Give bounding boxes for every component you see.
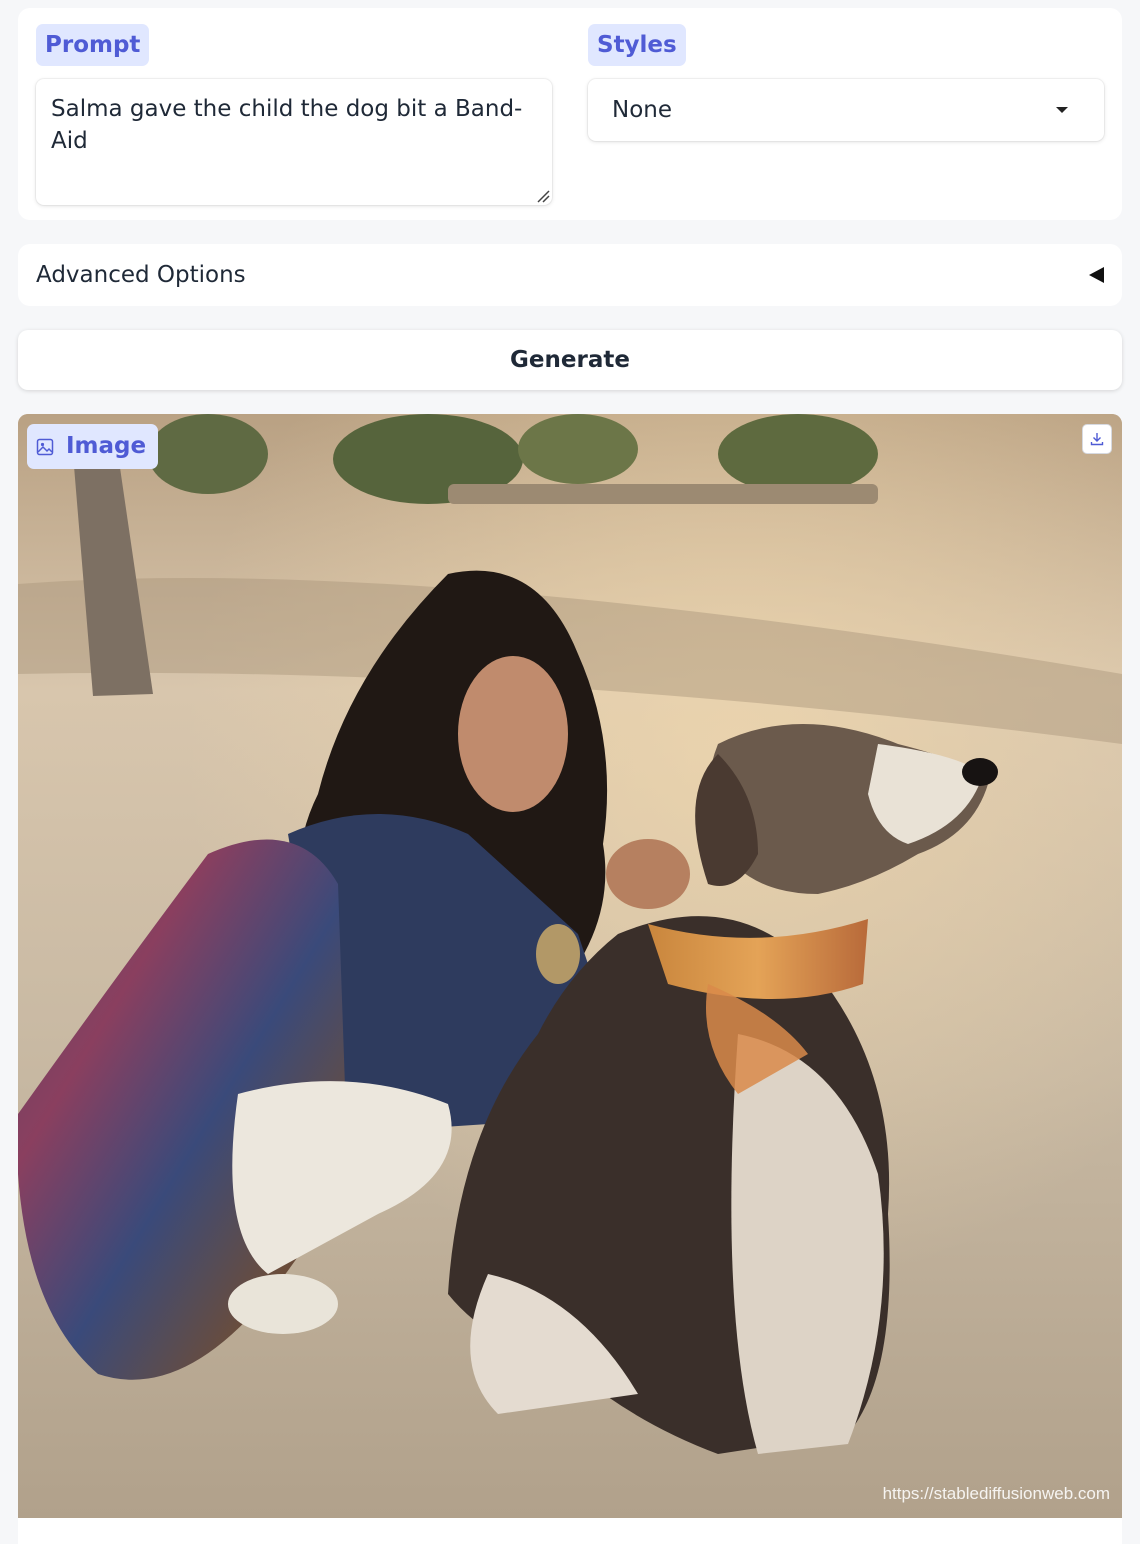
image-label: Image <box>66 433 147 459</box>
image-label-chip: Image <box>27 424 159 469</box>
output-image-panel: Image https://stablediffusionweb.com <box>18 414 1122 1518</box>
image-icon <box>36 438 54 455</box>
styles-dropdown[interactable]: None <box>588 79 1104 141</box>
styles-selected-value: None <box>612 97 673 123</box>
styles-label: Styles <box>588 24 686 66</box>
input-panel: Prompt Salma gave the child the dog bit … <box>18 8 1122 220</box>
bottom-panel-edge <box>18 1518 1122 1544</box>
download-icon <box>1090 433 1104 446</box>
watermark-text: https://stablediffusionweb.com <box>882 1484 1110 1503</box>
generated-image <box>18 414 1122 1518</box>
download-button[interactable] <box>1082 424 1112 454</box>
advanced-options-accordion[interactable]: Advanced Options <box>18 244 1122 306</box>
prompt-label: Prompt <box>36 24 150 66</box>
advanced-options-label: Advanced Options <box>36 262 246 288</box>
chevron-down-icon <box>1056 107 1068 113</box>
generate-button[interactable]: Generate <box>18 330 1122 390</box>
collapse-triangle-icon <box>1089 267 1104 283</box>
resize-grip-icon[interactable] <box>536 189 550 203</box>
prompt-text: Salma gave the child the dog bit a Band-… <box>51 96 523 154</box>
prompt-textarea[interactable]: Salma gave the child the dog bit a Band-… <box>36 79 552 205</box>
